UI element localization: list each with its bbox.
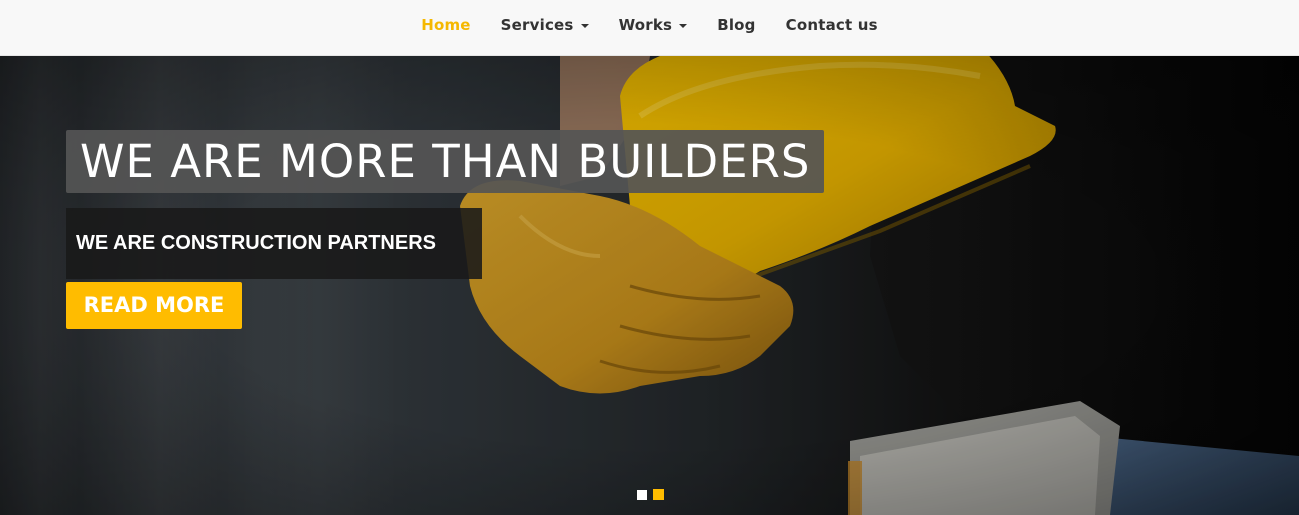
read-more-button[interactable]: READ MORE <box>66 282 242 329</box>
nav-item-label: Blog <box>717 16 756 34</box>
carousel-indicator-2[interactable] <box>653 489 664 500</box>
top-navbar: Home Services Works Blog Contact us <box>0 0 1299 56</box>
nav-item-home[interactable]: Home <box>406 16 485 34</box>
carousel-indicators <box>637 489 664 500</box>
nav-item-label: Home <box>421 16 471 34</box>
nav-item-blog[interactable]: Blog <box>702 16 770 34</box>
hero-subheadline: WE ARE CONSTRUCTION PARTNERS <box>66 208 482 279</box>
hero-slider: WE ARE MORE THAN BUILDERS WE ARE CONSTRU… <box>0 56 1299 515</box>
page: Home Services Works Blog Contact us WE A… <box>0 0 1299 515</box>
hero-headline: WE ARE MORE THAN BUILDERS <box>66 130 825 193</box>
caret-down-icon <box>679 24 688 28</box>
nav-item-label: Contact us <box>785 16 878 34</box>
nav-item-label: Works <box>618 16 673 34</box>
nav-item-services[interactable]: Services <box>486 16 604 34</box>
nav-item-contact[interactable]: Contact us <box>771 16 893 34</box>
carousel-indicator-1[interactable] <box>637 490 647 500</box>
nav-item-label: Services <box>500 16 574 34</box>
caret-down-icon <box>580 24 589 28</box>
nav-menu: Home Services Works Blog Contact us <box>0 0 1299 50</box>
nav-item-works[interactable]: Works <box>604 16 703 34</box>
